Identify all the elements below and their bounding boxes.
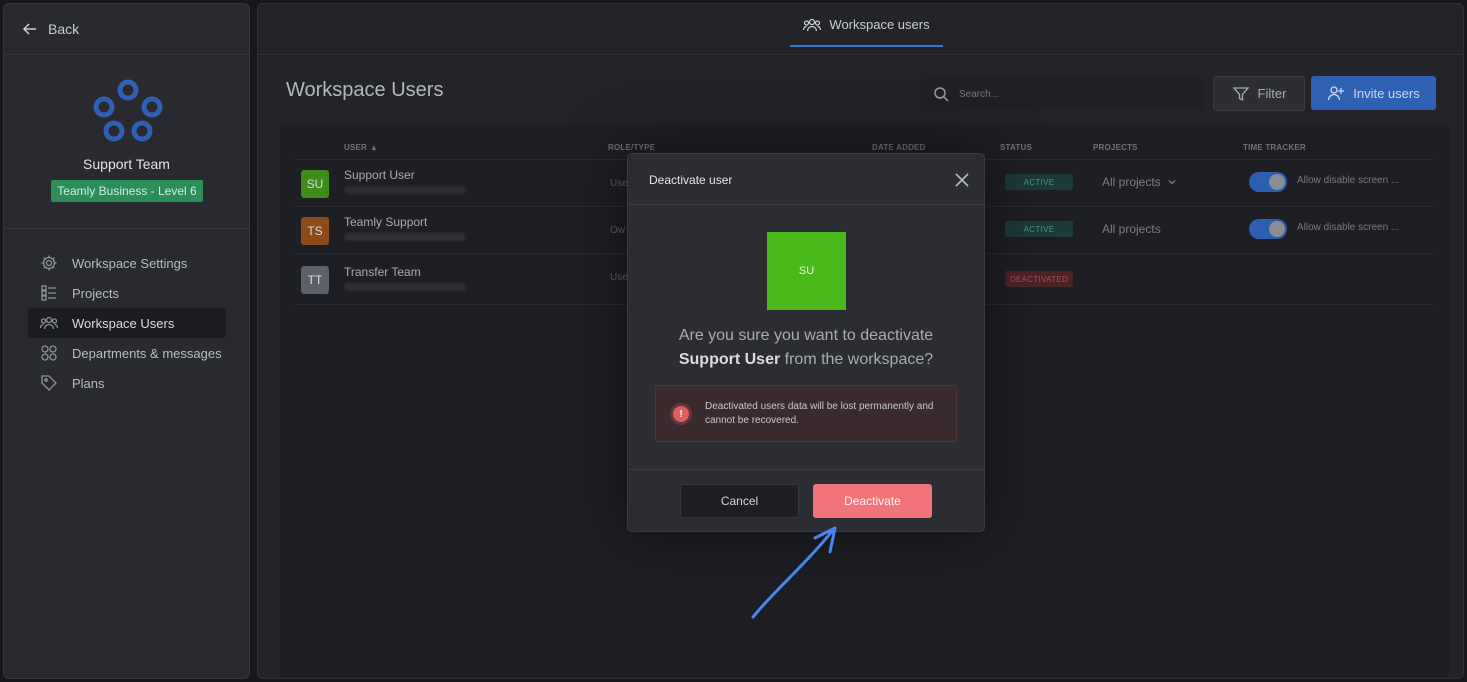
- plan-badge: Teamly Business - Level 6: [51, 180, 203, 202]
- time-tracker-label: Allow disable screen ...: [1297, 175, 1400, 186]
- status-badge: ACTIVE: [1005, 221, 1073, 237]
- divider: [628, 204, 984, 205]
- sidebar: Back Support Team Teamly Business - Leve…: [3, 3, 250, 679]
- filter-label: Filter: [1257, 86, 1287, 101]
- status-badge: DEACTIVATED: [1005, 271, 1073, 287]
- column-header-user[interactable]: USER ▴: [344, 143, 376, 152]
- team-logo: [93, 79, 163, 142]
- deactivate-user-dialog: Deactivate user SU Are you sure you want…: [627, 153, 985, 532]
- user-email-blurred: [344, 283, 466, 291]
- user-email-blurred: [344, 186, 466, 194]
- users-icon: [803, 18, 822, 31]
- user-role: Use: [610, 178, 628, 189]
- user-role: Ow: [610, 225, 625, 236]
- back-link[interactable]: Back: [22, 21, 79, 37]
- avatar: SU: [767, 232, 846, 310]
- annotation-arrow-icon: [751, 526, 837, 619]
- add-user-icon: [1328, 86, 1345, 101]
- search-input[interactable]: [959, 88, 1179, 100]
- sidebar-nav: Workspace Settings Projects Workspace Us…: [28, 248, 226, 398]
- sidebar-item-label: Projects: [72, 285, 119, 301]
- tag-icon: [41, 375, 57, 391]
- time-tracker-label: Allow disable screen ...: [1297, 222, 1400, 233]
- cancel-button[interactable]: Cancel: [680, 484, 799, 518]
- column-header-date: DATE ADDED: [872, 143, 926, 152]
- filter-button[interactable]: Filter: [1213, 76, 1305, 111]
- filter-icon: [1232, 86, 1249, 101]
- list-icon: [41, 285, 56, 301]
- users-icon: [40, 316, 58, 330]
- tab-workspace-users[interactable]: Workspace users: [790, 4, 943, 47]
- avatar: TT: [301, 266, 329, 294]
- sidebar-item-workspace-settings[interactable]: Workspace Settings: [28, 248, 226, 278]
- divider: [4, 228, 249, 229]
- sidebar-item-label: Departments & messages: [72, 345, 222, 361]
- sidebar-item-label: Workspace Settings: [72, 255, 188, 271]
- column-header-role: ROLE/TYPE: [608, 143, 656, 152]
- avatar: SU: [301, 170, 329, 198]
- divider: [628, 469, 984, 470]
- user-name: Support User: [344, 168, 415, 182]
- arrow-left-icon: [22, 23, 36, 35]
- column-header-time-tracker: TIME TRACKER: [1243, 143, 1306, 152]
- grid-icon: [41, 345, 57, 361]
- tab-label: Workspace users: [829, 17, 930, 32]
- column-header-projects: PROJECTS: [1093, 143, 1138, 152]
- projects-label: All projects: [1102, 222, 1161, 236]
- user-email-blurred: [344, 233, 466, 241]
- deactivate-button[interactable]: Deactivate: [813, 484, 932, 518]
- team-name: Support Team: [83, 156, 170, 172]
- user-name: Support User: [678, 351, 781, 368]
- user-name: Teamly Support: [344, 215, 428, 229]
- time-tracker-toggle[interactable]: [1249, 172, 1287, 192]
- column-header-status: STATUS: [1000, 143, 1033, 152]
- close-icon[interactable]: [954, 172, 970, 188]
- chevron-down-icon: [1168, 180, 1176, 185]
- question-prefix: Are you sure you want to deactivate: [678, 327, 934, 344]
- sidebar-item-departments[interactable]: Departments & messages: [28, 338, 226, 368]
- gear-icon: [41, 255, 57, 271]
- time-tracker-toggle[interactable]: [1249, 219, 1287, 239]
- status-badge: ACTIVE: [1005, 174, 1073, 190]
- back-label: Back: [48, 21, 80, 37]
- warning-banner: ! Deactivated users data will be lost pe…: [655, 385, 957, 442]
- invite-users-button[interactable]: Invite users: [1311, 76, 1436, 110]
- projects-dropdown[interactable]: All projects: [1102, 175, 1177, 189]
- sidebar-item-workspace-users[interactable]: Workspace Users: [28, 308, 226, 338]
- sidebar-item-projects[interactable]: Projects: [28, 278, 226, 308]
- sidebar-item-label: Workspace Users: [72, 315, 175, 331]
- invite-label: Invite users: [1353, 85, 1420, 101]
- sidebar-item-plans[interactable]: Plans: [28, 368, 226, 398]
- user-name: Transfer Team: [344, 265, 421, 279]
- projects-label: All projects: [1102, 175, 1161, 189]
- question-suffix: from the workspace?: [784, 351, 934, 368]
- search-icon: [934, 87, 949, 102]
- divider: [4, 54, 249, 55]
- page-title: Workspace Users: [286, 79, 444, 101]
- avatar: TS: [301, 217, 329, 245]
- confirmation-question: Are you sure you want to deactivate Supp…: [628, 324, 984, 372]
- user-role: Use: [610, 272, 628, 283]
- dialog-title: Deactivate user: [649, 173, 733, 187]
- warning-text: Deactivated users data will be lost perm…: [705, 401, 934, 426]
- search-box: [921, 78, 1205, 110]
- sidebar-item-label: Plans: [72, 375, 105, 391]
- alert-icon: !: [673, 406, 689, 422]
- top-bar: Workspace users: [258, 4, 1463, 55]
